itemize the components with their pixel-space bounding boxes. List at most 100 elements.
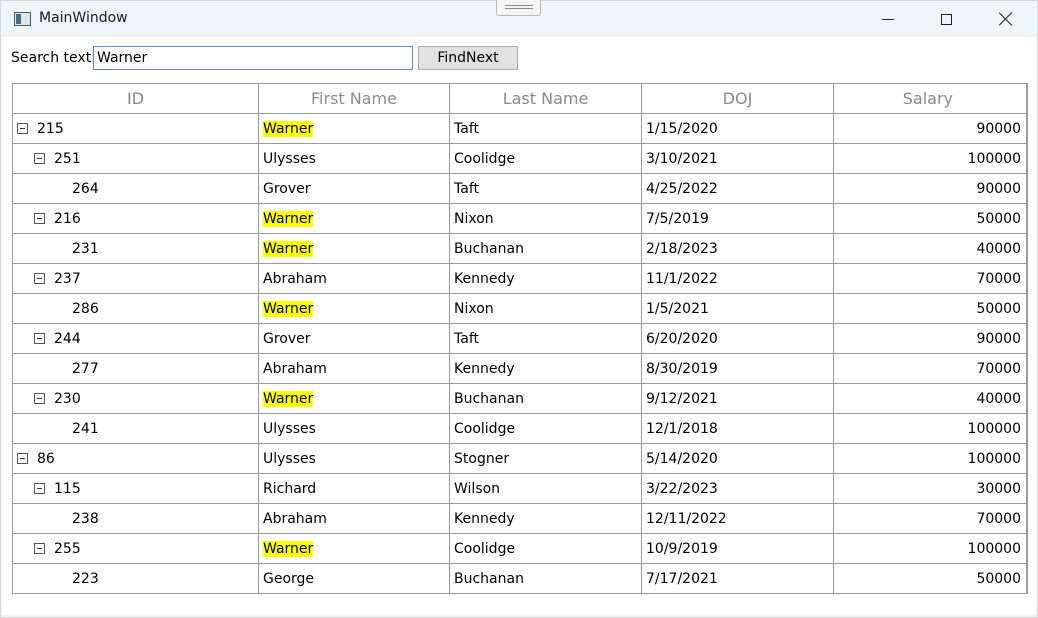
tree-grid[interactable]: ID First Name Last Name DOJ Salary 215 Wa… — [12, 83, 1028, 594]
id-cell[interactable]: 286 — [13, 294, 259, 324]
collapse-icon[interactable] — [34, 333, 45, 344]
last-name-cell[interactable]: Taft — [450, 174, 642, 204]
collapse-icon[interactable] — [34, 273, 45, 284]
table-row[interactable]: 237 Abraham Kennedy 11/1/2022 70000 — [13, 264, 1027, 294]
table-row[interactable]: 255 Warner Coolidge 10/9/2019 100000 — [13, 534, 1027, 564]
collapse-icon[interactable] — [34, 393, 45, 404]
table-row[interactable]: 215 Warner Taft 1/15/2020 90000 — [13, 114, 1027, 144]
salary-cell[interactable]: 40000 — [834, 234, 1027, 264]
minimize-button[interactable] — [859, 1, 917, 37]
first-name-cell[interactable]: Ulysses — [259, 144, 450, 174]
first-name-cell[interactable]: Warner — [259, 114, 450, 144]
id-cell[interactable]: 238 — [13, 504, 259, 534]
salary-cell[interactable]: 50000 — [834, 204, 1027, 234]
salary-cell[interactable]: 90000 — [834, 174, 1027, 204]
column-header-first-name[interactable]: First Name — [259, 84, 450, 114]
collapse-icon[interactable] — [17, 123, 28, 134]
doj-cell[interactable]: 7/5/2019 — [642, 204, 834, 234]
last-name-cell[interactable]: Taft — [450, 114, 642, 144]
doj-cell[interactable]: 7/17/2021 — [642, 564, 834, 594]
table-row[interactable]: 241 Ulysses Coolidge 12/1/2018 100000 — [13, 414, 1027, 444]
salary-cell[interactable]: 70000 — [834, 354, 1027, 384]
id-cell[interactable]: 86 — [13, 444, 259, 474]
column-header-last-name[interactable]: Last Name — [450, 84, 642, 114]
id-cell[interactable]: 231 — [13, 234, 259, 264]
close-button[interactable] — [977, 1, 1035, 37]
table-row[interactable]: 277 Abraham Kennedy 8/30/2019 70000 — [13, 354, 1027, 384]
collapse-icon[interactable] — [17, 453, 28, 464]
doj-cell[interactable]: 8/30/2019 — [642, 354, 834, 384]
table-row[interactable]: 231 Warner Buchanan 2/18/2023 40000 — [13, 234, 1027, 264]
first-name-cell[interactable]: George — [259, 564, 450, 594]
last-name-cell[interactable]: Kennedy — [450, 354, 642, 384]
table-row[interactable]: 223 George Buchanan 7/17/2021 50000 — [13, 564, 1027, 594]
first-name-cell[interactable]: Warner — [259, 234, 450, 264]
doj-cell[interactable]: 1/15/2020 — [642, 114, 834, 144]
salary-cell[interactable]: 50000 — [834, 294, 1027, 324]
column-header-doj[interactable]: DOJ — [642, 84, 834, 114]
first-name-cell[interactable]: Ulysses — [259, 414, 450, 444]
salary-cell[interactable]: 100000 — [834, 534, 1027, 564]
title-bar[interactable]: MainWindow — [1, 0, 1037, 37]
id-cell[interactable]: 241 — [13, 414, 259, 444]
snap-layout-handle[interactable] — [496, 0, 541, 16]
last-name-cell[interactable]: Coolidge — [450, 534, 642, 564]
last-name-cell[interactable]: Nixon — [450, 204, 642, 234]
first-name-cell[interactable]: Abraham — [259, 264, 450, 294]
last-name-cell[interactable]: Nixon — [450, 294, 642, 324]
id-cell[interactable]: 244 — [13, 324, 259, 354]
id-cell[interactable]: 251 — [13, 144, 259, 174]
last-name-cell[interactable]: Taft — [450, 324, 642, 354]
id-cell[interactable]: 264 — [13, 174, 259, 204]
table-row[interactable]: 115 Richard Wilson 3/22/2023 30000 — [13, 474, 1027, 504]
last-name-cell[interactable]: Kennedy — [450, 504, 642, 534]
first-name-cell[interactable]: Ulysses — [259, 444, 450, 474]
first-name-cell[interactable]: Abraham — [259, 354, 450, 384]
column-header-id[interactable]: ID — [13, 84, 259, 114]
doj-cell[interactable]: 4/25/2022 — [642, 174, 834, 204]
salary-cell[interactable]: 70000 — [834, 504, 1027, 534]
last-name-cell[interactable]: Stogner — [450, 444, 642, 474]
table-row[interactable]: 244 Grover Taft 6/20/2020 90000 — [13, 324, 1027, 354]
salary-cell[interactable]: 90000 — [834, 114, 1027, 144]
doj-cell[interactable]: 9/12/2021 — [642, 384, 834, 414]
collapse-icon[interactable] — [34, 483, 45, 494]
first-name-cell[interactable]: Grover — [259, 324, 450, 354]
salary-cell[interactable]: 50000 — [834, 564, 1027, 594]
first-name-cell[interactable]: Grover — [259, 174, 450, 204]
salary-cell[interactable]: 90000 — [834, 324, 1027, 354]
table-row[interactable]: 216 Warner Nixon 7/5/2019 50000 — [13, 204, 1027, 234]
last-name-cell[interactable]: Kennedy — [450, 264, 642, 294]
maximize-button[interactable] — [917, 1, 975, 37]
table-row[interactable]: 286 Warner Nixon 1/5/2021 50000 — [13, 294, 1027, 324]
id-cell[interactable]: 216 — [13, 204, 259, 234]
collapse-icon[interactable] — [34, 153, 45, 164]
table-row[interactable]: 264 Grover Taft 4/25/2022 90000 — [13, 174, 1027, 204]
id-cell[interactable]: 277 — [13, 354, 259, 384]
id-cell[interactable]: 215 — [13, 114, 259, 144]
id-cell[interactable]: 223 — [13, 564, 259, 594]
last-name-cell[interactable]: Coolidge — [450, 144, 642, 174]
last-name-cell[interactable]: Buchanan — [450, 384, 642, 414]
doj-cell[interactable]: 10/9/2019 — [642, 534, 834, 564]
doj-cell[interactable]: 12/11/2022 — [642, 504, 834, 534]
id-cell[interactable]: 237 — [13, 264, 259, 294]
first-name-cell[interactable]: Warner — [259, 294, 450, 324]
id-cell[interactable]: 115 — [13, 474, 259, 504]
doj-cell[interactable]: 5/14/2020 — [642, 444, 834, 474]
table-row[interactable]: 86 Ulysses Stogner 5/14/2020 100000 — [13, 444, 1027, 474]
doj-cell[interactable]: 3/22/2023 — [642, 474, 834, 504]
salary-cell[interactable]: 30000 — [834, 474, 1027, 504]
first-name-cell[interactable]: Warner — [259, 534, 450, 564]
first-name-cell[interactable]: Richard — [259, 474, 450, 504]
collapse-icon[interactable] — [34, 543, 45, 554]
doj-cell[interactable]: 6/20/2020 — [642, 324, 834, 354]
first-name-cell[interactable]: Warner — [259, 204, 450, 234]
salary-cell[interactable]: 100000 — [834, 444, 1027, 474]
first-name-cell[interactable]: Warner — [259, 384, 450, 414]
salary-cell[interactable]: 100000 — [834, 144, 1027, 174]
salary-cell[interactable]: 100000 — [834, 414, 1027, 444]
doj-cell[interactable]: 2/18/2023 — [642, 234, 834, 264]
column-header-salary[interactable]: Salary — [834, 84, 1027, 114]
salary-cell[interactable]: 70000 — [834, 264, 1027, 294]
